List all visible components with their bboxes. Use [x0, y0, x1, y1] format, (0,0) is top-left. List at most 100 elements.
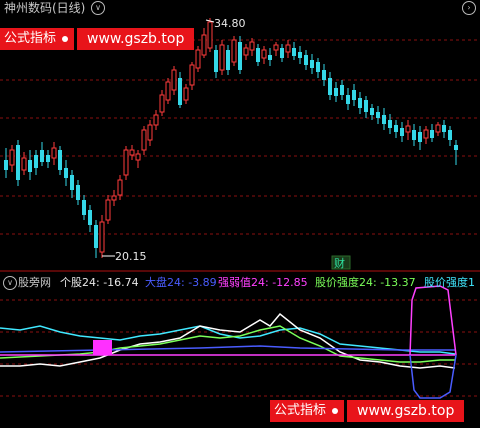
- candle-body: [105, 199, 111, 221]
- candle-body: [21, 157, 27, 171]
- candle-body: [99, 221, 105, 253]
- candle-body: [430, 130, 434, 138]
- indicator-value-market: 大盘24: -3.89: [145, 276, 217, 289]
- candle-body: [435, 124, 441, 133]
- candle-body: [448, 130, 452, 140]
- candle-body: [292, 48, 296, 56]
- candlesticks: [4, 18, 458, 258]
- candle-body: [207, 21, 213, 49]
- candle-body: [370, 108, 374, 115]
- candle-body: [165, 81, 171, 101]
- candle-body: [201, 34, 207, 56]
- candle-body: [171, 69, 177, 91]
- indicator-value-strength: 强弱值24: -12.85: [218, 276, 308, 289]
- candle-body: [28, 160, 32, 172]
- candle-body: [34, 155, 38, 168]
- candle-body: [111, 195, 117, 201]
- watermark-brand: 公式指标: [274, 403, 327, 418]
- candle-body: [117, 179, 123, 196]
- candle-body: [64, 168, 68, 178]
- candle-body: [183, 87, 189, 101]
- candle-body: [141, 129, 147, 151]
- candle-body: [364, 100, 368, 112]
- candle-body: [280, 48, 284, 58]
- candle-body: [88, 210, 92, 225]
- candle-body: [340, 85, 344, 95]
- candle-body: [454, 145, 458, 150]
- signal-box: [93, 340, 112, 355]
- candle-body: [238, 42, 242, 70]
- candle-body: [70, 175, 74, 190]
- candle-body: [40, 150, 44, 162]
- candle-body: [256, 48, 260, 62]
- candle-body: [261, 49, 267, 59]
- indicator-value-price-strength: 股价强度24: -13.37: [315, 276, 416, 289]
- indicator-grid: [0, 299, 480, 397]
- dot-icon: [332, 408, 339, 414]
- candle-body: [129, 149, 135, 156]
- candle-body: [334, 88, 338, 96]
- candle-body: [147, 124, 153, 141]
- dot-icon: [62, 36, 69, 42]
- candle-body: [135, 153, 141, 161]
- candle-body: [178, 78, 182, 105]
- chevron-down-icon[interactable]: ∨: [3, 276, 17, 290]
- indicator-series-line: [0, 312, 456, 369]
- candle-body: [123, 149, 129, 176]
- candle-body: [231, 39, 237, 63]
- candle-body: [400, 128, 404, 136]
- kline-canvas: 34.80 20.15 财: [0, 17, 480, 399]
- candle-body: [243, 47, 249, 56]
- candle-body: [412, 130, 416, 140]
- indicator-lines: [0, 285, 457, 399]
- candle-body: [298, 52, 302, 58]
- candle-body: [376, 112, 380, 118]
- candle-body: [94, 225, 98, 248]
- candle-body: [310, 60, 314, 68]
- candle-body: [405, 125, 411, 133]
- indicator-series-line: [409, 285, 457, 356]
- candle-body: [4, 160, 8, 170]
- candle-body: [304, 55, 308, 65]
- candle-body: [219, 44, 225, 71]
- candle-body: [322, 70, 326, 80]
- candle-body: [358, 98, 362, 108]
- watermark-brand: 公式指标: [4, 31, 57, 46]
- candle-body: [16, 145, 20, 180]
- candle-body: [46, 155, 50, 162]
- event-badge-label: 财: [334, 256, 345, 270]
- candle-body: [394, 125, 398, 132]
- indicator-series-line: [0, 345, 455, 353]
- candle-body: [214, 50, 218, 72]
- candle-body: [51, 147, 57, 159]
- high-label: 34.80: [214, 17, 246, 30]
- candle-body: [352, 90, 356, 100]
- candle-body: [423, 129, 429, 139]
- candle-body: [189, 64, 195, 86]
- candle-body: [76, 185, 80, 200]
- candle-body: [316, 62, 320, 72]
- candle-body: [58, 150, 62, 170]
- watermark-top: 公式指标 www.gszb.top: [0, 28, 195, 50]
- candle-body: [9, 149, 15, 166]
- candle-body: [195, 49, 201, 69]
- watermark-bottom: 公式指标 www.gszb.top: [270, 400, 465, 422]
- candle-body: [442, 125, 446, 132]
- candle-body: [159, 94, 165, 113]
- candle-body: [268, 55, 272, 60]
- watermark-url: www.gszb.top: [344, 400, 465, 422]
- candle-body: [249, 41, 255, 51]
- candle-body: [418, 132, 422, 142]
- candle-body: [285, 44, 291, 53]
- watermark-url: www.gszb.top: [74, 28, 195, 50]
- indicator-value-price-strength-1: 股价强度1: [424, 276, 475, 289]
- candle-body: [328, 78, 332, 95]
- indicator-value-stock: 个股24: -16.74: [60, 276, 139, 289]
- candle-body: [153, 114, 159, 126]
- low-label: 20.15: [115, 250, 147, 263]
- candle-body: [388, 120, 392, 128]
- candle-body: [273, 44, 279, 51]
- candle-body: [382, 115, 386, 124]
- candle-body: [82, 200, 86, 215]
- indicator-name: 股旁网: [18, 276, 51, 289]
